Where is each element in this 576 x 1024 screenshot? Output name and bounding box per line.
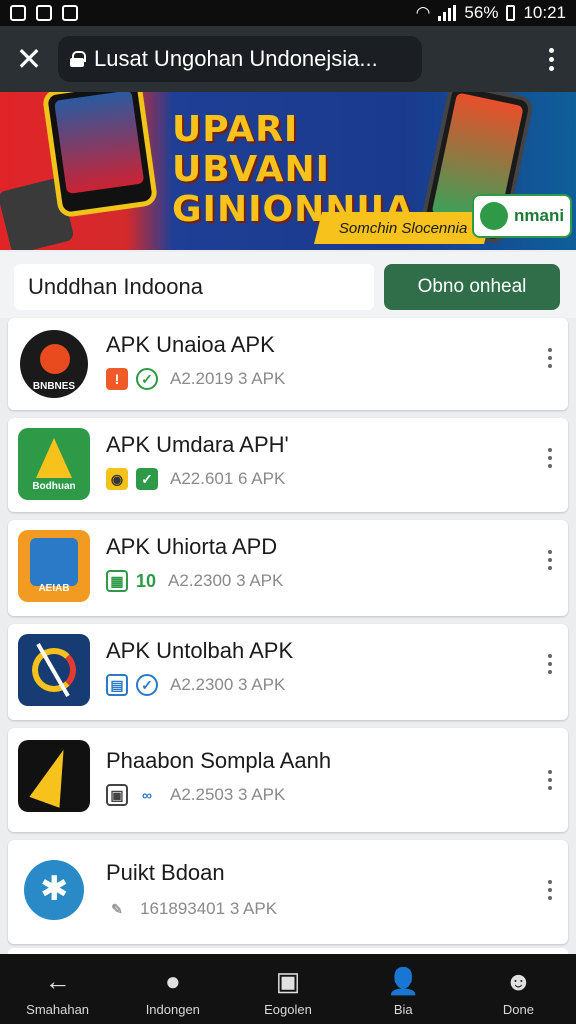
app-list-item[interactable]: APK Untolbah APK ▤ ✓ A2.2300 3 APK [8,624,568,720]
badge-logo-icon [480,202,508,230]
nav-item-indongen[interactable]: ● Indongen [115,954,230,1024]
download-button[interactable]: Obno onheal [384,264,560,310]
grid-icon: ▦ [106,570,128,592]
tablet-icon: ▣ [275,965,301,996]
nav-item-back[interactable]: ← Smahahan [0,954,115,1024]
banner-ribbon: Somchin Slocennia [314,212,492,244]
app-icon [18,740,90,812]
banner-badge: nmani [472,194,572,238]
more-options-icon[interactable] [540,550,560,570]
grid-icon: ▤ [106,674,128,696]
app-list-item[interactable]: Phaabon Sompla Aanh ▣ ∞ A2.2503 3 APK [8,728,568,832]
lock-icon [70,51,86,67]
check-icon: ✓ [136,468,158,490]
app-list-item[interactable]: AEIAB APK Uhiorta APD ▦ 10 A2.2300 3 APK [8,520,568,616]
person-icon: 👤 [387,965,420,996]
clock: 10:21 [523,3,566,22]
app-list-item[interactable]: ✱ Puikt Bdoan ✎ 161893401 3 APK [8,840,568,944]
page-title: Lusat Ungohan Undonejsia... [94,46,378,71]
badge-icon: ◉ [106,468,128,490]
link-icon: ∞ [136,784,158,806]
more-options-icon[interactable] [540,880,560,900]
person-alt-icon: ☻ [504,965,533,996]
battery-level: 56% [464,3,499,22]
overflow-menu-icon[interactable] [526,47,576,71]
nav-item-eogolen[interactable]: ▣ Eogolen [230,954,345,1024]
app-meta: ! ✓ A2.2019 3 APK [106,368,285,390]
notification-icon [10,5,26,21]
warning-icon: ! [106,368,128,390]
app-icon: AEIAB [18,530,90,602]
close-icon[interactable]: ✕ [0,26,58,92]
app-icon: ✱ [18,854,90,926]
promo-banner[interactable]: UPARI UBVANI GINIONNIIA Somchin Slocenni… [0,92,576,250]
more-options-icon[interactable] [540,348,560,368]
search-row: Unddhan Indoona Obno onheal [0,252,576,318]
app-title: APK Umdara APH' [106,432,289,457]
app-title: APK Untolbah APK [106,638,294,663]
ball-icon: ● [164,965,181,996]
app-meta: ▣ ∞ A2.2503 3 APK [106,784,285,806]
check-shield-icon: ✓ [136,674,158,696]
nav-item-done[interactable]: ☻ Done [461,954,576,1024]
nav-item-bia[interactable]: 👤 Bia [346,954,461,1024]
more-options-icon[interactable] [540,770,560,790]
box-icon: ▣ [106,784,128,806]
status-bar: ◠ 56% 10:21 [0,0,576,26]
app-title: Puikt Bdoan [106,860,225,885]
gallery-icon [36,5,52,21]
more-options-icon[interactable] [540,448,560,468]
address-bar[interactable]: Lusat Ungohan Undonejsia... [58,36,422,82]
app-list-item[interactable]: Bodhuan APK Umdara APH' ◉ ✓ A22.601 6 AP… [8,418,568,512]
app-icon: BNBNES [18,328,90,400]
app-title: Phaabon Sompla Aanh [106,748,332,773]
browser-toolbar: ✕ Lusat Ungohan Undonejsia... [0,26,576,92]
app-meta: ▤ ✓ A2.2300 3 APK [106,674,285,696]
app-title: APK Unaioa APK [106,332,275,357]
app-list-item[interactable]: BNBNES APK Unaioa APK ! ✓ A2.2019 3 APK [8,318,568,410]
search-input[interactable]: Unddhan Indoona [14,264,374,310]
app-notification-icon [62,5,78,21]
app-icon [18,634,90,706]
app-meta: ▦ 10 A2.2300 3 APK [106,570,283,592]
back-arrow-icon: ← [44,965,71,996]
app-meta: ◉ ✓ A22.601 6 APK [106,468,285,490]
wifi-icon: ◠ [415,3,431,22]
app-meta: ✎ 161893401 3 APK [106,898,277,920]
more-options-icon[interactable] [540,654,560,674]
app-icon: Bodhuan [18,428,90,500]
signal-icon [438,5,457,21]
pencil-icon: ✎ [106,898,128,920]
app-title: APK Uhiorta APD [106,534,278,559]
bottom-navigation: ← Smahahan ● Indongen ▣ Eogolen 👤 Bia ☻ … [0,954,576,1024]
battery-icon [506,5,516,21]
check-circle-icon: ✓ [136,368,158,390]
phone-image [41,92,159,219]
number-icon: 10 [136,570,157,591]
